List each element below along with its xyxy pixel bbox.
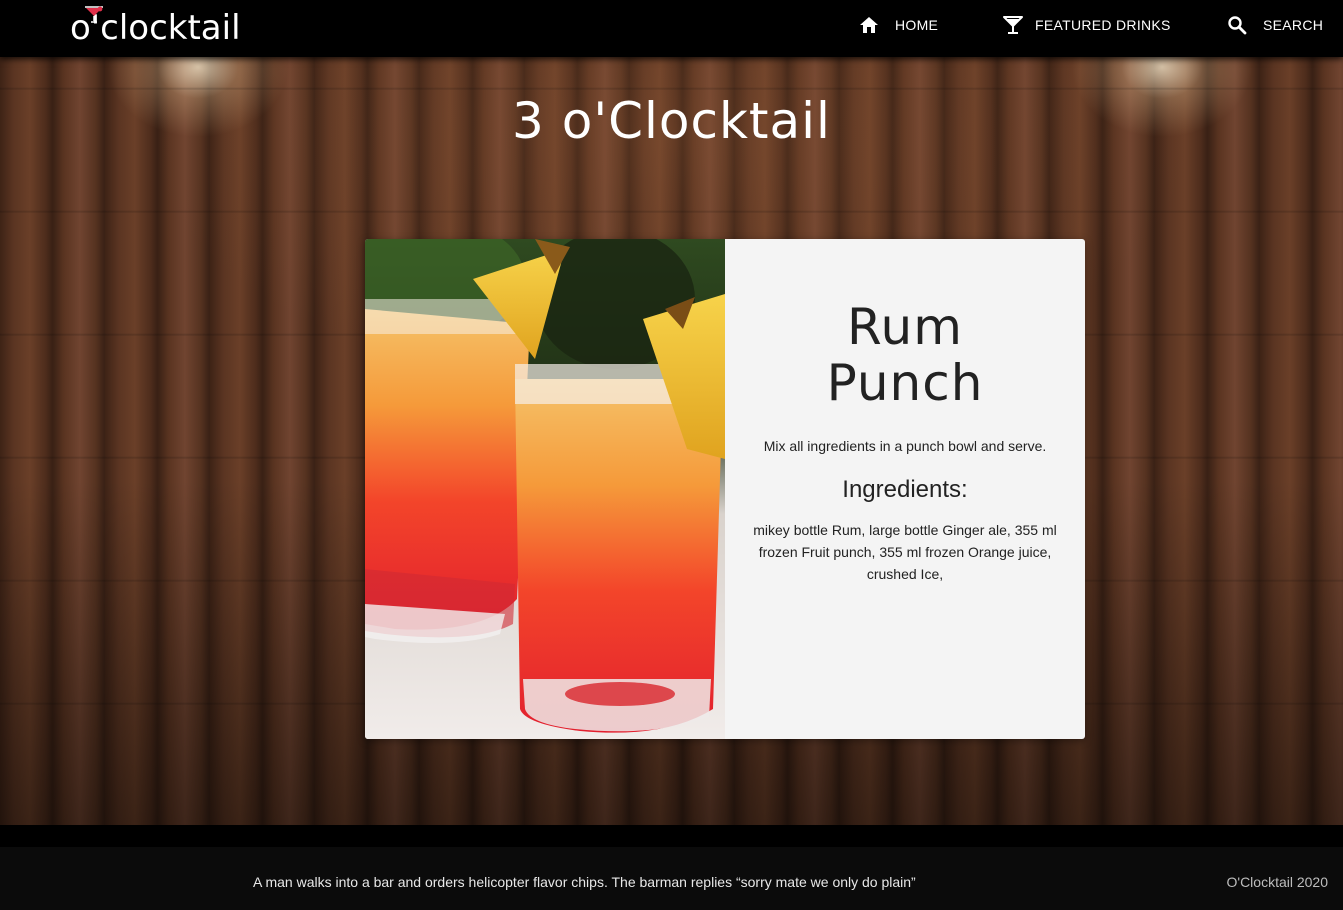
cocktail-glass-icon xyxy=(1003,16,1023,34)
nav-featured-drinks-link[interactable]: FEATURED DRINKS xyxy=(1003,0,1171,50)
nav-home-label: HOME xyxy=(895,17,939,33)
home-icon xyxy=(860,17,878,33)
nav-search-link[interactable]: SEARCH xyxy=(1227,0,1323,50)
footer-divider xyxy=(0,825,1343,847)
drink-card: Rum Punch Mix all ingredients in a punch… xyxy=(365,239,1085,739)
search-icon xyxy=(1228,16,1247,35)
footer-joke: A man walks into a bar and orders helico… xyxy=(253,874,916,890)
site-logo[interactable]: o'clocktail xyxy=(70,4,241,52)
footer: A man walks into a bar and orders helico… xyxy=(0,825,1343,910)
page-title: 3 o'Clocktail xyxy=(512,92,831,150)
rum-punch-photo xyxy=(365,239,725,739)
top-nav: o'clocktail HOME FEATURED DRINKS SEARCH xyxy=(0,0,1343,57)
drink-name-line1: Rum xyxy=(847,298,963,356)
ingredients-list: mikey bottle Rum, large bottle Ginger al… xyxy=(753,522,1057,582)
drink-details: Rum Punch Mix all ingredients in a punch… xyxy=(725,239,1085,739)
drink-name-line2: Punch xyxy=(826,354,984,412)
martini-glass-icon xyxy=(85,6,103,23)
nav-search-label: SEARCH xyxy=(1263,17,1324,33)
drink-name: Rum Punch xyxy=(755,299,1055,411)
footer-copyright: O'Clocktail 2020 xyxy=(1226,874,1329,890)
drink-instructions: Mix all ingredients in a punch bowl and … xyxy=(763,438,1047,454)
nav-home-link[interactable]: HOME xyxy=(859,0,938,50)
nav-featured-drinks-label: FEATURED DRINKS xyxy=(1035,17,1171,33)
ingredients-heading: Ingredients: xyxy=(842,476,968,503)
